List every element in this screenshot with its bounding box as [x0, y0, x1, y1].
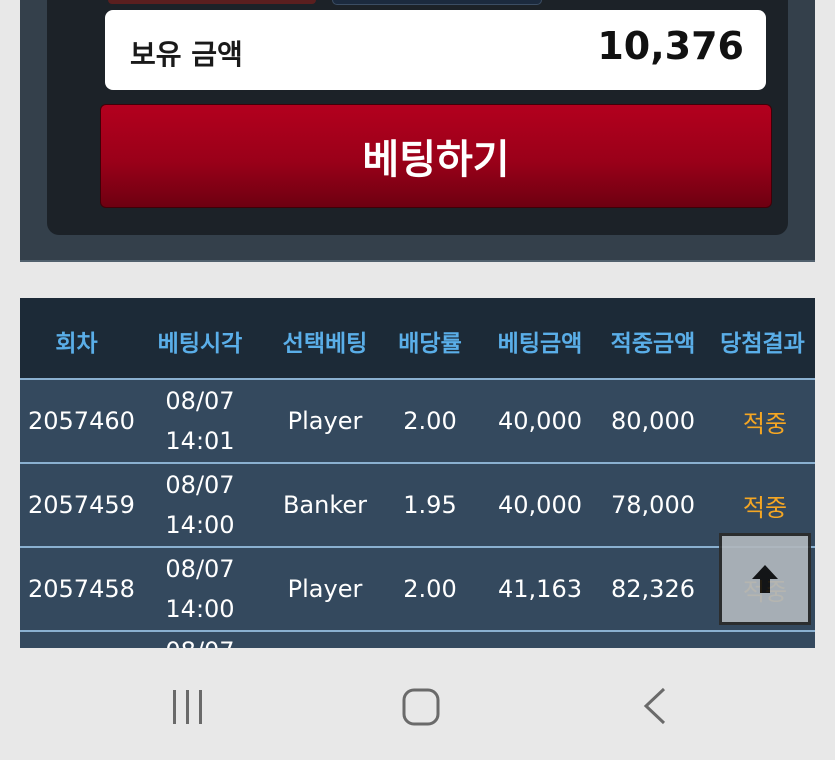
bet-clock: 14:01	[165, 427, 235, 455]
column-header-bet-amount: 베팅금액	[497, 331, 583, 357]
bet-amount-cell: 41,163	[498, 575, 582, 603]
back-icon[interactable]	[640, 686, 670, 726]
selection-cell: Banker	[282, 491, 368, 519]
round-cell: 2057460	[28, 407, 135, 435]
odds-cell: 2.00	[403, 407, 457, 435]
column-header-result: 당첨결과	[720, 331, 805, 357]
bet-time-cell: 08/07 14:01	[150, 380, 250, 462]
win-amount-cell: 82,326	[611, 575, 695, 603]
bet-time-cell: 08/07	[150, 610, 250, 648]
column-header-round: 회차	[55, 331, 98, 357]
table-row[interactable]: 08/07	[20, 632, 815, 648]
odds-cell: 2.00	[403, 575, 457, 603]
bet-history-table: 회차 베팅시각 선택베팅 배당률 베팅금액 적중금액 당첨결과 2057460 …	[20, 298, 815, 648]
bet-amount-cell: 40,000	[498, 407, 582, 435]
bet-time-cell: 08/07 14:00	[150, 464, 250, 546]
table-row[interactable]: 2057460 08/07 14:01 Player 2.00 40,000 8…	[20, 380, 815, 464]
top-left-control[interactable]	[108, 0, 316, 4]
bet-date: 08/07	[165, 631, 234, 648]
win-amount-cell: 80,000	[611, 407, 695, 435]
recent-apps-icon[interactable]	[168, 688, 208, 726]
bet-button[interactable]: 베팅하기	[100, 104, 772, 208]
column-header-win-amount: 적중금액	[610, 331, 696, 357]
odds-cell: 1.95	[403, 491, 457, 519]
bet-date: 08/07	[165, 471, 235, 499]
balance-value: 10,376	[597, 24, 744, 68]
table-row[interactable]: 2057459 08/07 14:00 Banker 1.95 40,000 7…	[20, 464, 815, 548]
column-header-selection: 선택베팅	[282, 331, 368, 357]
balance-box: 보유 금액 10,376	[105, 10, 766, 90]
selection-cell: Player	[287, 575, 363, 603]
home-icon[interactable]	[401, 687, 441, 727]
bet-date: 08/07	[165, 387, 235, 415]
round-cell: 2057459	[28, 491, 135, 519]
scroll-to-top-button[interactable]	[719, 533, 811, 625]
column-header-odds: 배당률	[398, 331, 462, 357]
table-row[interactable]: 2057458 08/07 14:00 Player 2.00 41,163 8…	[20, 548, 815, 632]
column-header-bet-time: 베팅시각	[157, 331, 243, 357]
table-header: 회차 베팅시각 선택베팅 배당률 베팅금액 적중금액 당첨결과	[20, 298, 815, 380]
top-right-control[interactable]	[332, 0, 542, 5]
win-amount-cell: 78,000	[611, 491, 695, 519]
round-cell: 2057458	[28, 575, 135, 603]
result-cell: 적중	[742, 409, 788, 438]
betting-panel: 보유 금액 10,376 베팅하기	[20, 0, 815, 262]
bet-amount-cell: 40,000	[498, 491, 582, 519]
selection-cell: Player	[287, 407, 363, 435]
balance-label: 보유 금액	[130, 38, 243, 71]
bet-date: 08/07	[165, 555, 235, 583]
system-nav-bar	[0, 650, 835, 760]
arrow-up-icon	[752, 565, 778, 593]
bet-clock: 14:00	[165, 511, 235, 539]
